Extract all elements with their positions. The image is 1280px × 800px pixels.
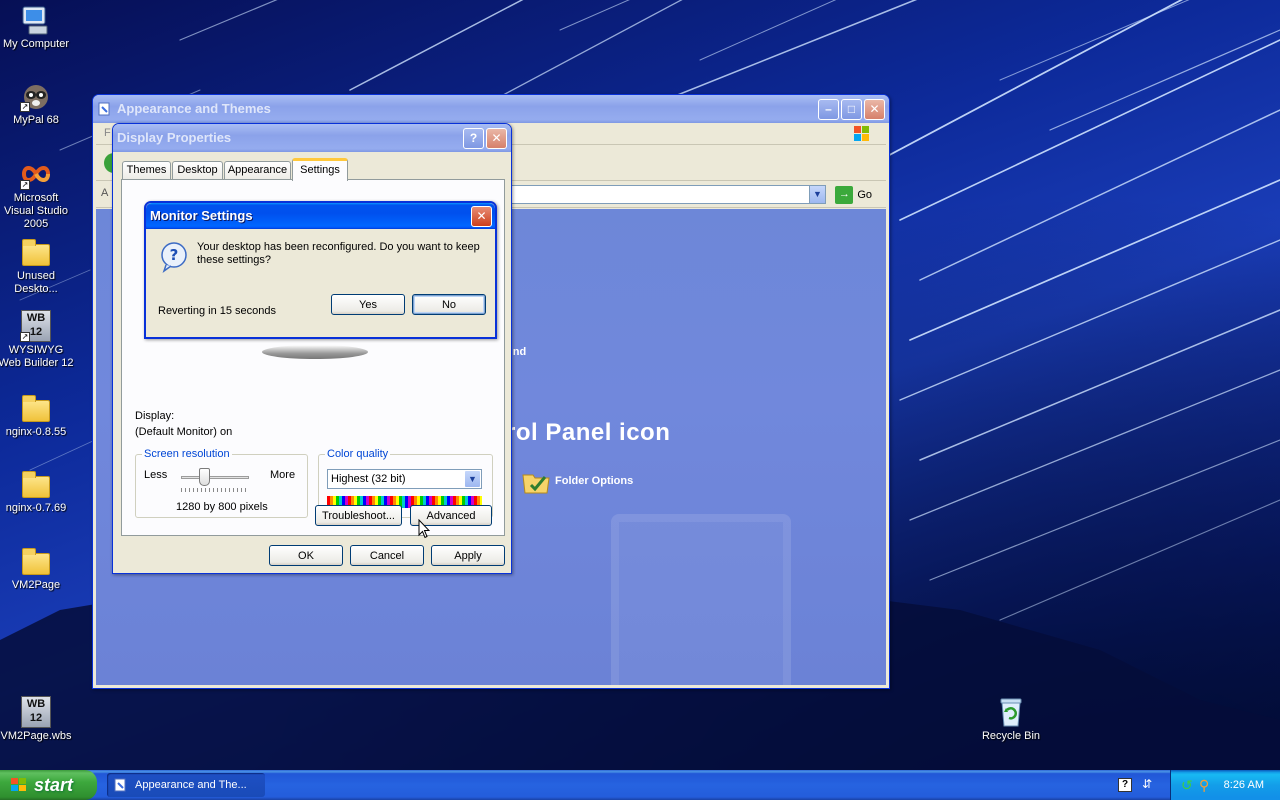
help-button[interactable]: ?: [463, 128, 484, 149]
monitor-settings-body: ? Your desktop has been reconfigured. Do…: [148, 229, 493, 335]
language-bar-icon[interactable]: ⇵: [1142, 778, 1156, 792]
folder-icon: [20, 545, 52, 577]
visual-studio-icon: ↗: [20, 158, 52, 190]
mouse-cursor-icon: [418, 519, 430, 539]
desktop-icon-vm2page[interactable]: VM2Page: [0, 545, 74, 592]
apply-button[interactable]: Apply: [431, 545, 505, 566]
monitor-settings-dialog: Monitor Settings ✕ ? Your desktop has be…: [144, 201, 497, 339]
shortcut-arrow-icon: ↗: [20, 332, 30, 342]
resolution-slider-thumb[interactable]: [199, 468, 210, 486]
revert-countdown: Reverting in 15 seconds: [158, 305, 277, 317]
web-builder-icon: WB 12 ↗: [20, 310, 52, 342]
troubleshoot-button[interactable]: Troubleshoot...: [315, 505, 402, 526]
system-tray: ↺ ⚲ 8:26 AM: [1170, 770, 1280, 800]
display-label: Display:: [135, 410, 175, 422]
desktop-icon-recycle-bin[interactable]: Recycle Bin: [973, 696, 1049, 743]
tab-settings[interactable]: Settings: [292, 158, 348, 181]
screen-resolution-group: Screen resolution Less More 1280 by 800 …: [135, 448, 308, 518]
close-button[interactable]: ✕: [864, 99, 885, 120]
desktop-icon-mypal[interactable]: ↗ MyPal 68: [0, 80, 74, 127]
close-button[interactable]: ✕: [486, 128, 507, 149]
resolution-slider-ticks: [181, 488, 249, 492]
start-button[interactable]: start: [0, 770, 97, 800]
tab-desktop[interactable]: Desktop: [172, 161, 223, 180]
cancel-button[interactable]: Cancel: [350, 545, 424, 566]
chevron-down-icon[interactable]: ▼: [465, 471, 480, 487]
search-icon[interactable]: ⚲: [1199, 778, 1213, 792]
desktop-icon-wysiwyg-web-builder[interactable]: WB 12 ↗ WYSIWYG Web Builder 12: [0, 310, 74, 370]
display-properties-title: Display Properties: [117, 130, 232, 145]
desktop-icon-nginx-0-8-55[interactable]: nginx-0.8.55: [0, 392, 74, 439]
resolution-less-label: Less: [144, 469, 168, 481]
yes-button[interactable]: Yes: [331, 294, 405, 315]
appearance-window-titlebar[interactable]: Appearance and Themes – □ ✕: [93, 95, 889, 123]
folder-icon: [20, 468, 52, 500]
control-panel-icon: [114, 778, 126, 792]
minimize-button[interactable]: –: [818, 99, 839, 120]
color-quality-select[interactable]: Highest (32 bit) ▼: [327, 469, 482, 489]
raccoon-browser-icon: ↗: [20, 80, 52, 112]
resolution-more-label: More: [270, 469, 296, 481]
desktop-icon-visual-studio[interactable]: ↗ Microsoft Visual Studio 2005: [0, 158, 74, 231]
display-properties-window: Display Properties ? ✕ Themes Desktop Ap…: [112, 123, 512, 574]
resolution-value: 1280 by 800 pixels: [176, 501, 268, 513]
monitor-settings-titlebar[interactable]: Monitor Settings ✕: [146, 203, 495, 229]
question-icon: ?: [161, 242, 187, 273]
tab-themes[interactable]: Themes: [122, 161, 171, 180]
go-button[interactable]: → Go: [835, 186, 872, 204]
folder-icon: [20, 236, 52, 268]
shortcut-arrow-icon: ↗: [20, 180, 30, 190]
windows-logo-icon: [854, 126, 869, 141]
shortcut-arrow-icon: ↗: [20, 102, 30, 112]
menu-file[interactable]: F: [104, 127, 111, 139]
no-button[interactable]: No: [412, 294, 486, 315]
screen-resolution-legend: Screen resolution: [142, 448, 232, 460]
desktop-icon-vm2page-wbs[interactable]: WB 12 VM2Page.wbs: [0, 696, 74, 743]
close-button[interactable]: ✕: [471, 206, 492, 227]
windows-flag-icon: [11, 778, 26, 791]
tab-appearance[interactable]: Appearance: [224, 161, 291, 180]
chevron-down-icon[interactable]: ▼: [809, 186, 825, 203]
folder-icon: [20, 392, 52, 424]
taskbar: start Appearance and The... ? ⇵ ↺ ⚲ 8:26…: [0, 770, 1280, 800]
desktop-icon-nginx-0-7-69[interactable]: nginx-0.7.69: [0, 468, 74, 515]
pick-control-panel-heading: rol Panel icon: [506, 419, 671, 446]
color-quality-legend: Color quality: [325, 448, 391, 460]
ok-button[interactable]: OK: [269, 545, 343, 566]
folder-options-link[interactable]: Folder Options: [521, 467, 633, 495]
go-arrow-icon: →: [835, 186, 854, 204]
monitor-settings-title: Monitor Settings: [150, 208, 253, 223]
resolution-slider-track[interactable]: [181, 476, 249, 479]
control-panel-icon: [98, 102, 110, 116]
computer-icon: [20, 4, 52, 36]
watermark-graphic: [611, 514, 791, 685]
appearance-window-title: Appearance and Themes: [117, 101, 271, 116]
desktop-icon-my-computer[interactable]: My Computer: [0, 4, 74, 51]
recycle-bin-icon: [995, 696, 1027, 728]
maximize-button[interactable]: □: [841, 99, 862, 120]
svg-text:?: ?: [170, 246, 179, 264]
folder-options-icon: [522, 474, 550, 494]
help-icon[interactable]: ?: [1118, 778, 1132, 792]
monitor-preview-stand: [262, 345, 368, 359]
web-builder-file-icon: WB 12: [20, 696, 52, 728]
taskbar-item-appearance[interactable]: Appearance and The...: [107, 773, 265, 797]
clock[interactable]: 8:26 AM: [1224, 770, 1264, 800]
reconfigured-message: Your desktop has been reconfigured. Do y…: [197, 241, 480, 266]
address-label: A: [101, 187, 109, 199]
desktop-icon-unused-desktop[interactable]: Unused Deskto...: [0, 236, 74, 296]
display-properties-titlebar[interactable]: Display Properties ? ✕: [113, 124, 511, 152]
safely-remove-icon[interactable]: ↺: [1181, 778, 1195, 792]
display-value: (Default Monitor) on: [135, 426, 233, 438]
